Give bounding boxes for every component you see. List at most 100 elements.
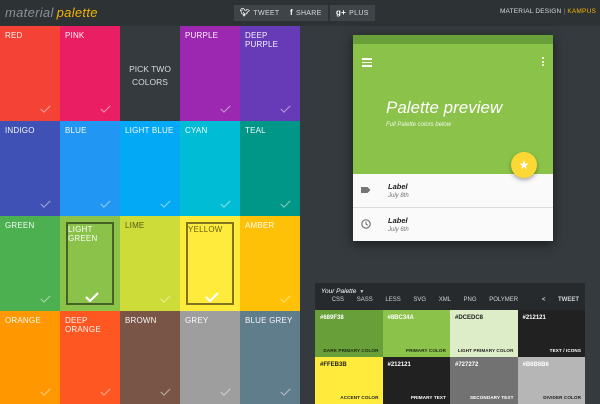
swatch-hex: #B6B6B6 [522,362,549,368]
color-tile-grey[interactable]: GREY [180,311,240,404]
preview-list-item[interactable]: Label July 8th [353,174,553,208]
color-tile-cyan[interactable]: CYAN [180,121,240,216]
top-link-separator: | [563,8,566,15]
check-icon [160,388,172,396]
facebook-icon: f [290,8,293,17]
color-tile-green[interactable]: GREEN [0,216,60,311]
color-tile-label: TEAL [245,126,266,135]
export-css[interactable]: CSS [332,297,344,303]
swatch-role: TEXT / ICONS [549,348,581,353]
top-links: MATERIAL DESIGN | KAMPUS [500,8,596,15]
share-icon: < [541,297,546,303]
check-icon [280,105,292,113]
color-tile-label: RED [5,31,23,40]
color-tile-orange[interactable]: ORANGE [0,311,60,404]
swatch-hex: #689F38 [320,315,344,321]
color-tile-blue[interactable]: BLUE [60,121,120,216]
check-icon [160,295,172,303]
check-icon [40,295,52,303]
palette-swatches: #689F38 DARK PRIMARY COLOR #8BC34A PRIMARY … [315,310,585,404]
preview-subtitle: Full Palette colors below [386,122,452,128]
check-icon [220,388,232,396]
palette-swatch[interactable]: #8BC34A PRIMARY COLOR [382,310,450,357]
export-svg[interactable]: SVG [413,297,426,303]
palette-swatch[interactable]: #B6B6B6 DIVIDER COLOR [517,357,585,404]
chevron-down-icon: ▼ [359,289,365,295]
top-bar: material palette 🐦︎ TWEET f SHARE g+ PLUS MA… [0,0,600,26]
color-tile-label: AMBER [245,221,275,230]
color-tile-blue-grey[interactable]: BLUE GREY [240,311,300,404]
pick-two-colors-text: PICK TWO COLORS [129,63,171,87]
color-tile-light-green[interactable]: LIGHT GREEN [60,216,120,311]
color-tile-indigo[interactable]: INDIGO [0,121,60,216]
export-less[interactable]: LESS [385,297,400,303]
share-label: SHARE [295,10,322,17]
check-icon [40,105,52,113]
check-icon [280,200,292,208]
tweet-button[interactable]: 🐦︎ TWEET [234,5,286,21]
list-item-label: Label [388,182,408,191]
color-tile-label: DEEP PURPLE [245,31,279,49]
pick-two-colors-hint: PICK TWO COLORS [120,26,180,121]
color-tile-label: LIME [125,221,145,230]
color-tile-purple[interactable]: PURPLE [180,26,240,121]
color-tile-deep-orange[interactable]: DEEP ORANGE [60,311,120,404]
palette-swatch[interactable]: #DCEDC8 LIGHT PRIMARY COLOR [450,310,518,357]
color-tile-brown[interactable]: BROWN [120,311,180,404]
preview-title: Palette preview [386,98,503,117]
clock-icon [361,219,371,229]
color-grid: RED PINK PICK TWO COLORS PURPLE DEEP PURPLE I… [0,26,300,404]
palette-swatch[interactable]: #689F38 DARK PRIMARY COLOR [315,310,383,357]
preview-list-item[interactable]: Label July 6th [353,208,553,242]
swatch-hex: #DCEDC8 [455,315,484,321]
palette-swatch[interactable]: #FFEB3B ACCENT COLOR [315,357,383,404]
kampus-link[interactable]: KAMPUS [567,8,596,15]
export-png[interactable]: PNG [464,297,477,303]
palette-swatch[interactable]: #212121 TEXT / ICONS [517,310,585,357]
check-icon [220,105,232,113]
color-tile-amber[interactable]: AMBER [240,216,300,311]
your-palette-dropdown[interactable]: Your Palette ▼ [321,288,364,295]
color-tile-label: GREEN [5,221,35,230]
swatch-hex: #727272 [455,362,479,368]
color-tile-lime[interactable]: LIME [120,216,180,311]
color-tile-label: LIGHT BLUE [125,126,174,135]
color-tile-label: BLUE [65,126,87,135]
swatch-role: PRIMARY TEXT [410,395,446,400]
export-xml[interactable]: XML [439,297,451,303]
color-tile-light-blue[interactable]: LIGHT BLUE [120,121,180,216]
check-icon [280,295,292,303]
color-tile-deep-purple[interactable]: DEEP PURPLE [240,26,300,121]
check-icon [40,388,52,396]
export-sass[interactable]: SASS [357,297,373,303]
palette-swatch[interactable]: #727272 SECONDARY TEXT [450,357,518,404]
palette-tweet-label: TWEET [558,297,579,303]
star-icon: ★ [518,158,530,172]
color-tile-label: ORANGE [5,316,41,325]
plus-label: PLUS [349,10,369,17]
list-item-date: July 6th [388,227,409,233]
color-tile-teal[interactable]: TEAL [240,121,300,216]
menu-icon[interactable] [362,58,372,69]
check-icon [40,200,52,208]
palette-tweet-button[interactable]: < TWEET [531,297,579,303]
color-tile-red[interactable]: RED [0,26,60,121]
swatch-role: DIVIDER COLOR [543,395,581,400]
more-vert-icon[interactable] [542,57,544,68]
color-tile-pink[interactable]: PINK [60,26,120,121]
color-tile-yellow[interactable]: YELLOW [180,216,240,311]
check-icon [85,292,99,302]
plus-button[interactable]: g+ PLUS [330,5,375,21]
google-plus-icon: g+ [336,8,347,17]
label-icon [361,187,371,193]
share-button[interactable]: f SHARE [284,5,328,21]
palette-swatch[interactable]: #212121 PRIMARY TEXT [382,357,450,404]
check-icon [280,388,292,396]
export-links: CSS SASS LESS SVG XML PNG POLYMER < TWEE… [321,297,579,303]
swatch-role: ACCENT COLOR [340,395,379,400]
material-design-link[interactable]: MATERIAL DESIGN [500,8,562,15]
logo-word-2: palette [56,5,98,20]
logo[interactable]: material palette [5,5,98,20]
swatch-hex: #212121 [387,362,411,368]
export-polymer[interactable]: POLYMER [489,297,518,303]
